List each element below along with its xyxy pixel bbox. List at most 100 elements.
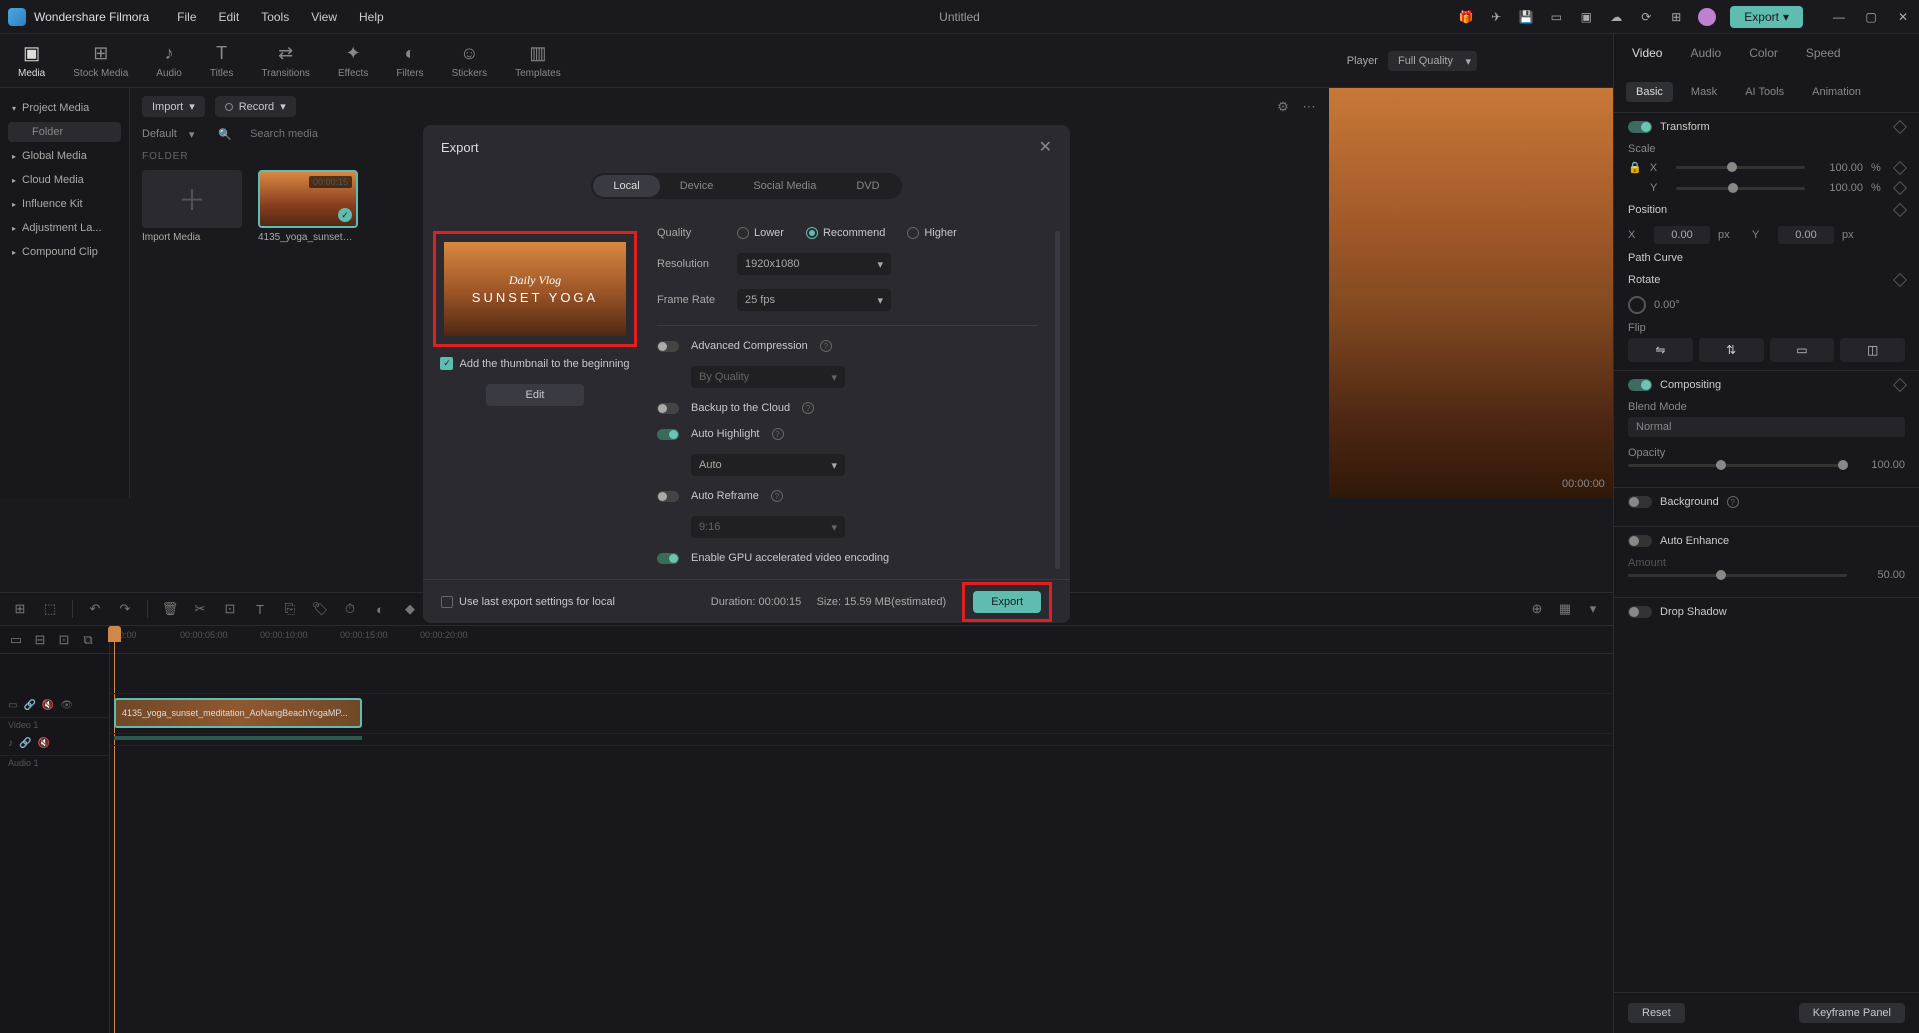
link-icon[interactable]: 🔗 [23, 700, 35, 711]
link-icon[interactable]: 🔗 [19, 738, 31, 749]
timeline-opt1-icon[interactable]: ▭ [8, 632, 24, 648]
more-icon[interactable]: ⋯ [1301, 99, 1317, 115]
use-last-settings-checkbox[interactable]: Use last export settings for local [441, 596, 615, 608]
sidebar-adjustment[interactable]: ▸Adjustment La... [4, 216, 125, 240]
kf-icon[interactable] [1893, 160, 1907, 174]
text-tool-icon[interactable]: T [252, 601, 268, 617]
user-avatar[interactable] [1698, 8, 1716, 26]
mute-icon[interactable]: 🔇 [37, 738, 49, 749]
redo-icon[interactable]: ↷ [117, 601, 133, 617]
undo-icon[interactable]: ↶ [87, 601, 103, 617]
kf-icon[interactable] [1893, 378, 1907, 392]
tab-templates[interactable]: ▥Templates [515, 43, 561, 79]
help-icon[interactable]: ? [772, 428, 784, 440]
record-button[interactable]: Record▾ [215, 96, 296, 117]
menu-edit[interactable]: Edit [219, 10, 240, 24]
import-thumb[interactable]: ＋ [142, 170, 242, 228]
timeline-opt3-icon[interactable]: ⊡ [56, 632, 72, 648]
add-track-icon[interactable]: ⊕ [1529, 601, 1545, 617]
amount-slider[interactable] [1628, 574, 1847, 577]
blend-mode-select[interactable]: Normal [1628, 417, 1905, 437]
pos-x-input[interactable] [1654, 226, 1710, 244]
sidebar-folder[interactable]: Folder [8, 122, 121, 142]
framerate-select[interactable]: 25 fps [737, 289, 891, 311]
grid-icon[interactable]: ▦ [1557, 601, 1573, 617]
export-button-top[interactable]: Export▾ [1730, 6, 1803, 28]
gpu-switch[interactable] [657, 553, 679, 564]
sidebar-influence-kit[interactable]: ▸Influence Kit [4, 192, 125, 216]
opacity-slider[interactable] [1628, 464, 1847, 467]
auto-reframe-switch[interactable] [657, 491, 679, 502]
marker-icon[interactable]: ◆ [402, 601, 418, 617]
rtab-speed[interactable]: Speed [1806, 46, 1841, 60]
gift-icon[interactable]: 🎁 [1458, 9, 1474, 25]
flip-btn3[interactable]: ▭ [1770, 338, 1835, 362]
tab-transitions[interactable]: ⇄Transitions [261, 43, 310, 79]
apps-icon[interactable]: ⊞ [1668, 9, 1684, 25]
image-icon[interactable]: ▭ [1548, 9, 1564, 25]
sidebar-global-media[interactable]: ▸Global Media [4, 144, 125, 168]
video-clip[interactable]: 4135_yoga_sunset_meditation_AoNangBeachY… [114, 698, 362, 728]
transform-toggle[interactable] [1628, 121, 1652, 133]
refresh-icon[interactable]: ⟳ [1638, 9, 1654, 25]
tab-filters[interactable]: ◐Filters [396, 43, 423, 79]
add-thumbnail-checkbox[interactable]: ✓ Add the thumbnail to the beginning [440, 357, 629, 370]
modal-tab-dvd[interactable]: DVD [836, 175, 899, 197]
audio-clip[interactable] [114, 736, 362, 740]
timeline-tracks[interactable]: 00:00 00:00:05:00 00:00:10:00 00:00:15:0… [110, 626, 1613, 1033]
kf-icon[interactable] [1893, 273, 1907, 287]
kf-icon[interactable] [1893, 203, 1907, 217]
rotate-dial[interactable] [1628, 296, 1646, 314]
compression-mode-select[interactable]: By Quality [691, 366, 845, 388]
timeline-opt4-icon[interactable]: ⧉ [80, 632, 96, 648]
more-menu-icon[interactable]: ▾ [1585, 601, 1601, 617]
audio-track-header[interactable]: ♪ 🔗 🔇 [0, 732, 109, 756]
help-icon[interactable]: ? [771, 490, 783, 502]
flip-btn4[interactable]: ◫ [1840, 338, 1905, 362]
layers-icon[interactable]: ▣ [1578, 9, 1594, 25]
kf-icon[interactable] [1893, 181, 1907, 195]
tab-media[interactable]: ▣Media [18, 43, 45, 79]
subtab-aitools[interactable]: AI Tools [1735, 82, 1794, 102]
tab-stock-media[interactable]: ⊞Stock Media [73, 43, 128, 79]
menu-view[interactable]: View [311, 10, 337, 24]
timeline-opt2-icon[interactable]: ⊟ [32, 632, 48, 648]
color-icon[interactable]: ◐ [372, 601, 388, 617]
tab-titles[interactable]: TTitles [210, 43, 234, 79]
crop-icon[interactable]: ⊡ [222, 601, 238, 617]
mute-icon[interactable]: 🔇 [42, 700, 54, 711]
clip-thumb[interactable]: 00:00:15 ✓ [258, 170, 358, 228]
highlight-mode-select[interactable]: Auto [691, 454, 845, 476]
minimize-icon[interactable]: — [1831, 9, 1847, 25]
quality-lower-radio[interactable]: Lower [737, 227, 784, 239]
flip-v-button[interactable]: ⇅ [1699, 338, 1764, 362]
export-button[interactable]: Export [973, 591, 1041, 613]
search-input[interactable] [244, 125, 364, 143]
subtab-animation[interactable]: Animation [1802, 82, 1871, 102]
tab-audio[interactable]: ♪Audio [156, 43, 182, 79]
help-icon[interactable]: ? [802, 402, 814, 414]
rtab-video[interactable]: Video [1632, 46, 1662, 60]
import-media-item[interactable]: ＋ Import Media [142, 170, 242, 243]
flip-h-button[interactable]: ⇋ [1628, 338, 1693, 362]
menu-tools[interactable]: Tools [261, 10, 289, 24]
menu-help[interactable]: Help [359, 10, 384, 24]
cloud-icon[interactable]: ☁ [1608, 9, 1624, 25]
player-quality-dropdown[interactable]: Full Quality [1388, 51, 1477, 71]
speed-icon[interactable]: ⏱ [342, 601, 358, 617]
scale-y-slider[interactable] [1676, 187, 1805, 190]
adv-compression-switch[interactable] [657, 341, 679, 352]
menu-file[interactable]: File [177, 10, 196, 24]
sidebar-compound[interactable]: ▸Compound Clip [4, 240, 125, 264]
quality-recommend-radio[interactable]: Recommend [806, 227, 885, 239]
auto-highlight-switch[interactable] [657, 429, 679, 440]
save-icon[interactable]: 💾 [1518, 9, 1534, 25]
rtab-audio[interactable]: Audio [1690, 46, 1721, 60]
keyframe-panel-button[interactable]: Keyframe Panel [1799, 1003, 1905, 1023]
edit-thumbnail-button[interactable]: Edit [486, 384, 585, 406]
rtab-color[interactable]: Color [1749, 46, 1778, 60]
subtab-basic[interactable]: Basic [1626, 82, 1673, 102]
default-sort[interactable]: Default [142, 128, 177, 140]
help-icon[interactable]: ? [1727, 496, 1739, 508]
compositing-toggle[interactable] [1628, 379, 1652, 391]
